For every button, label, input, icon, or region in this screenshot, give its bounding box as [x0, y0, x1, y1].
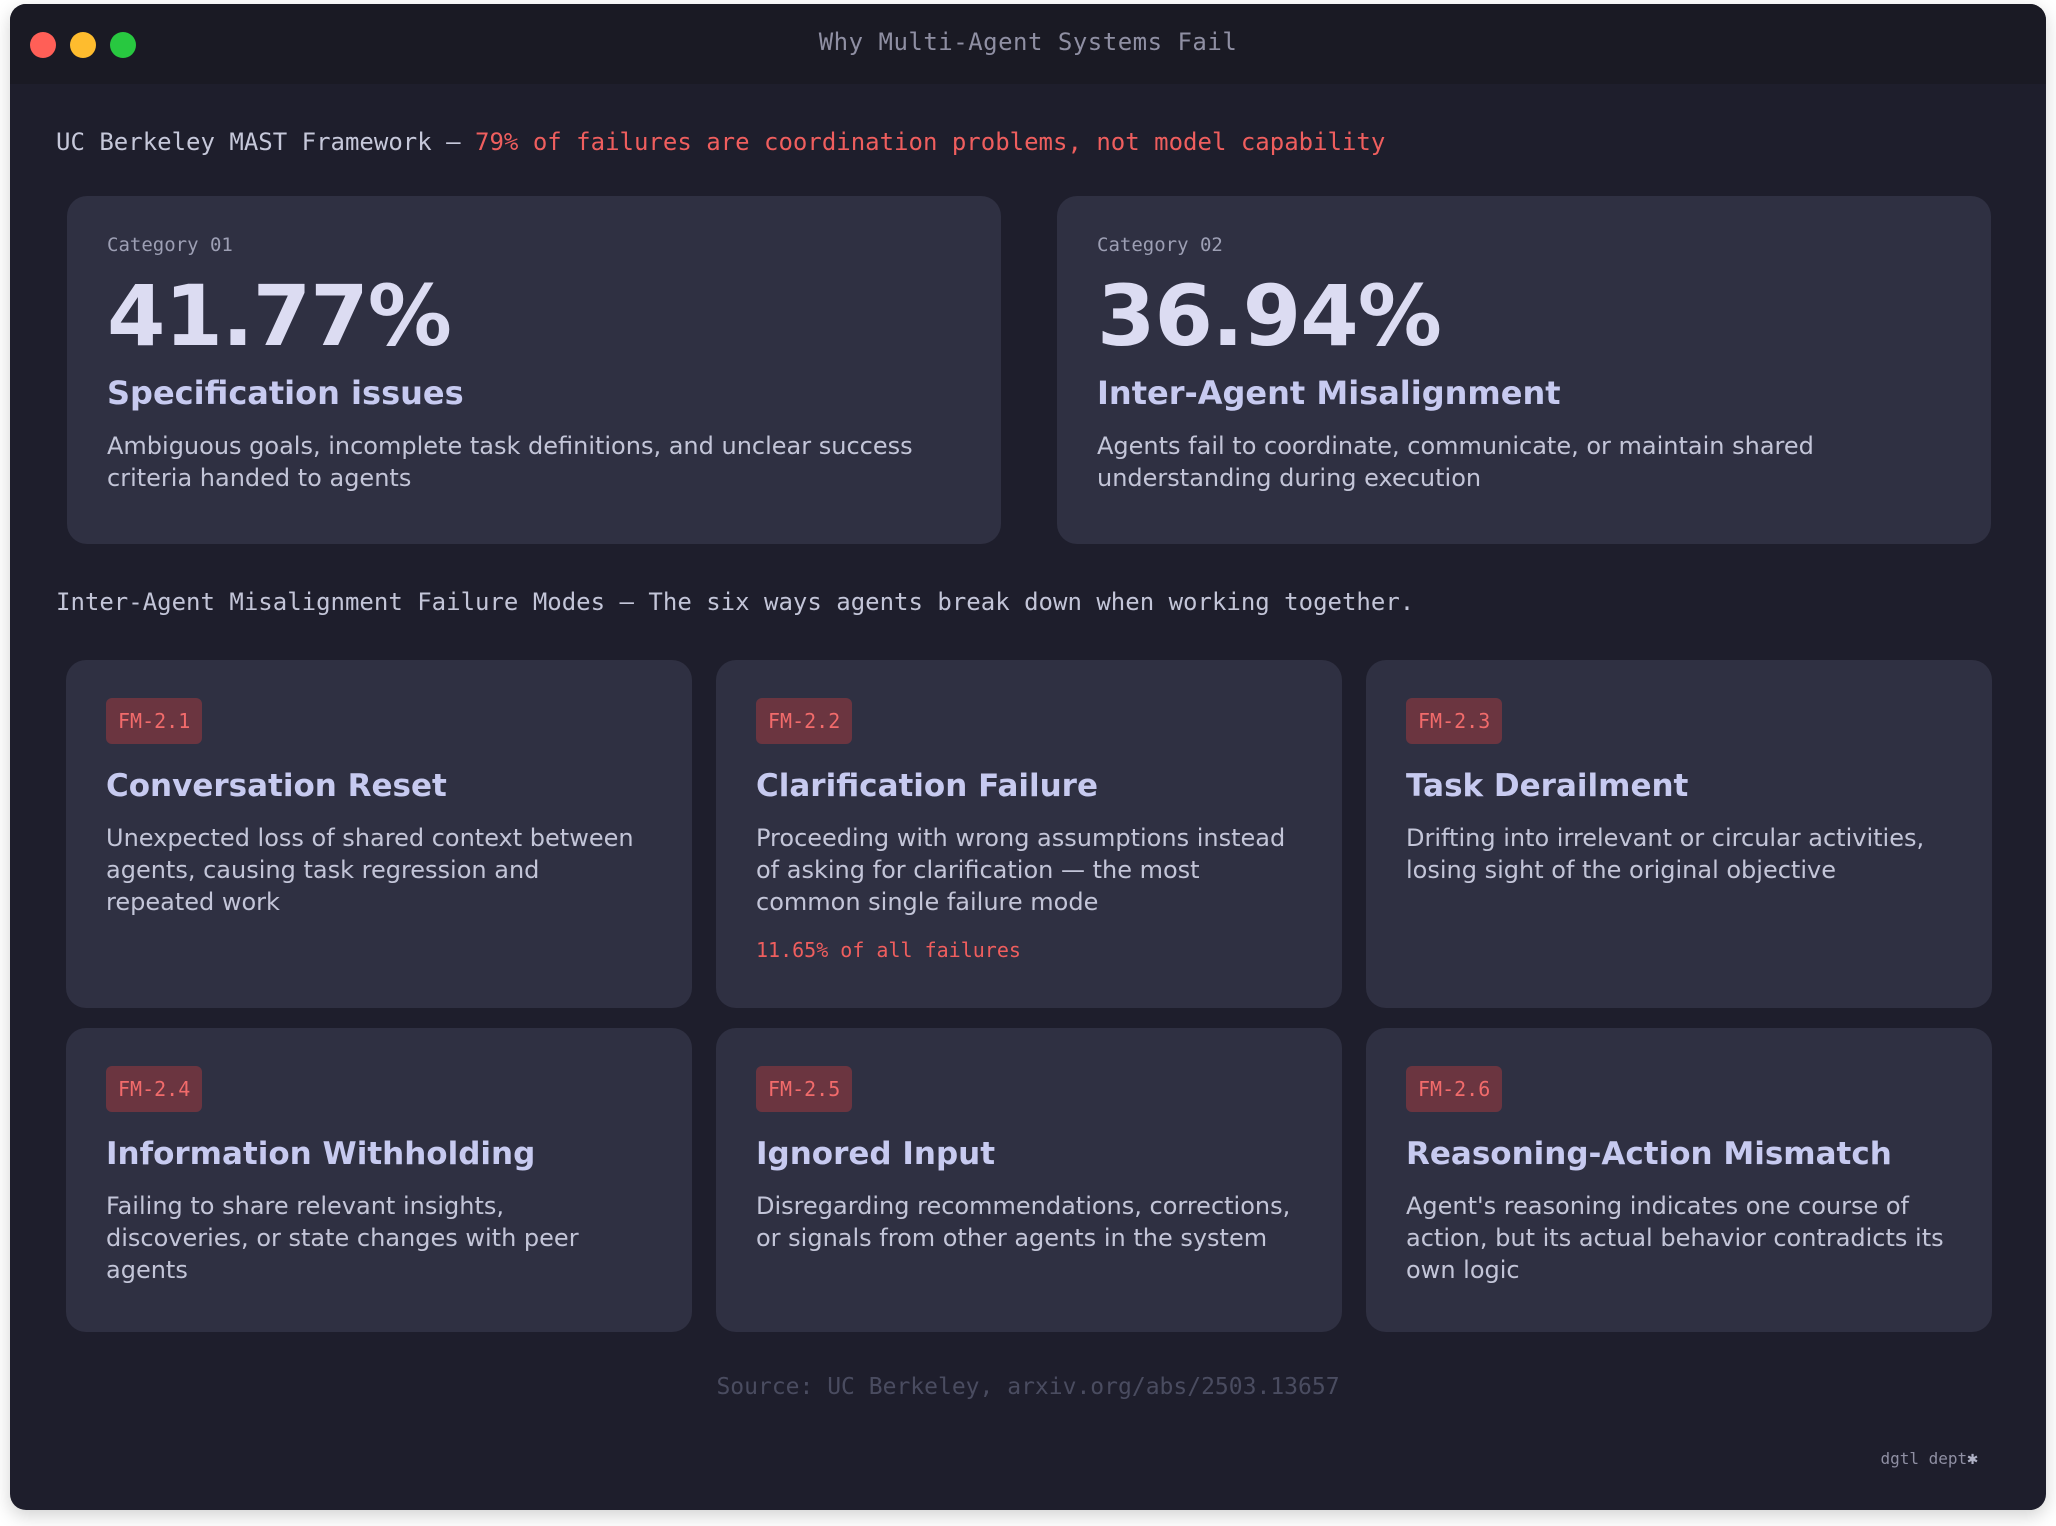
section-title: Inter-Agent Misalignment Failure Modes —… [56, 588, 1415, 616]
failure-mode-description: Disregarding recommendations, correction… [756, 1192, 1291, 1252]
failure-mode-card-fm-2-3: FM-2.3 Task Derailment Drifting into irr… [1366, 660, 1992, 1008]
category-card-specification: Category 01 41.77% Specification issues … [67, 196, 1001, 544]
asterisk-icon: ✱ [1967, 1448, 1978, 1469]
failure-mode-card-fm-2-5: FM-2.5 Ignored Input Disregarding recomm… [716, 1028, 1342, 1332]
failure-mode-title: Information Withholding [106, 1136, 536, 1172]
headline-prefix: UC Berkeley MAST Framework — [56, 128, 476, 156]
failure-mode-description: Drifting into irrelevant or circular act… [1406, 824, 1925, 884]
category-title: Specification issues [107, 374, 464, 412]
failure-mode-badge: FM-2.4 [106, 1066, 203, 1112]
headline-accent: 79% of failures are coordination problem… [475, 128, 1386, 156]
brand-name: dgtl dept [1880, 1449, 1968, 1468]
category-percent: 36.94% [1097, 267, 1442, 365]
source-citation: Source: UC Berkeley, arxiv.org/abs/2503.… [716, 1374, 1340, 1400]
category-percent: 41.77% [107, 267, 452, 365]
brand-logo: dgtl dept✱ [1880, 1448, 1978, 1469]
failure-mode-card-fm-2-4: FM-2.4 Information Withholding Failing t… [66, 1028, 692, 1332]
window-title: Why Multi-Agent Systems Fail [818, 28, 1238, 56]
failure-mode-title: Clarification Failure [756, 768, 1098, 804]
failure-mode-badge: FM-2.2 [756, 698, 853, 744]
failure-mode-badge: FM-2.6 [1406, 1066, 1503, 1112]
failure-mode-description: Unexpected loss of shared context betwee… [106, 824, 634, 916]
failure-mode-card-fm-2-2: FM-2.2 Clarification Failure Proceeding … [716, 660, 1342, 1008]
failure-mode-title: Reasoning-Action Mismatch [1406, 1136, 1892, 1172]
headline: UC Berkeley MAST Framework — 79% of fail… [56, 128, 1385, 156]
failure-mode-title: Task Derailment [1406, 768, 1689, 804]
failure-mode-card-fm-2-1: FM-2.1 Conversation Reset Unexpected los… [66, 660, 692, 1008]
failure-mode-description: Failing to share relevant insights, disc… [106, 1192, 579, 1284]
failure-mode-badge: FM-2.1 [106, 698, 203, 744]
category-label: Category 02 [1097, 234, 1223, 256]
failure-mode-title: Conversation Reset [106, 768, 447, 804]
failure-mode-title: Ignored Input [756, 1136, 996, 1172]
category-description: Agents fail to coordinate, communicate, … [1097, 432, 1814, 492]
failure-mode-card-fm-2-6: FM-2.6 Reasoning-Action Mismatch Agent's… [1366, 1028, 1992, 1332]
category-label: Category 01 [107, 234, 233, 256]
category-title: Inter-Agent Misalignment [1097, 374, 1561, 412]
app-window: Why Multi-Agent Systems Fail UC Berkeley… [10, 4, 2046, 1510]
category-description: Ambiguous goals, incomplete task definit… [107, 432, 913, 492]
failure-mode-description: Proceeding with wrong assumptions instea… [756, 824, 1286, 916]
title-bar: Why Multi-Agent Systems Fail [10, 4, 2046, 84]
failure-mode-badge: FM-2.3 [1406, 698, 1503, 744]
failure-mode-badge: FM-2.5 [756, 1066, 853, 1112]
failure-mode-description: Agent's reasoning indicates one course o… [1406, 1192, 1944, 1284]
category-card-misalignment: Category 02 36.94% Inter-Agent Misalignm… [1057, 196, 1991, 544]
failure-mode-stat: 11.65% of all failures [756, 938, 1021, 962]
